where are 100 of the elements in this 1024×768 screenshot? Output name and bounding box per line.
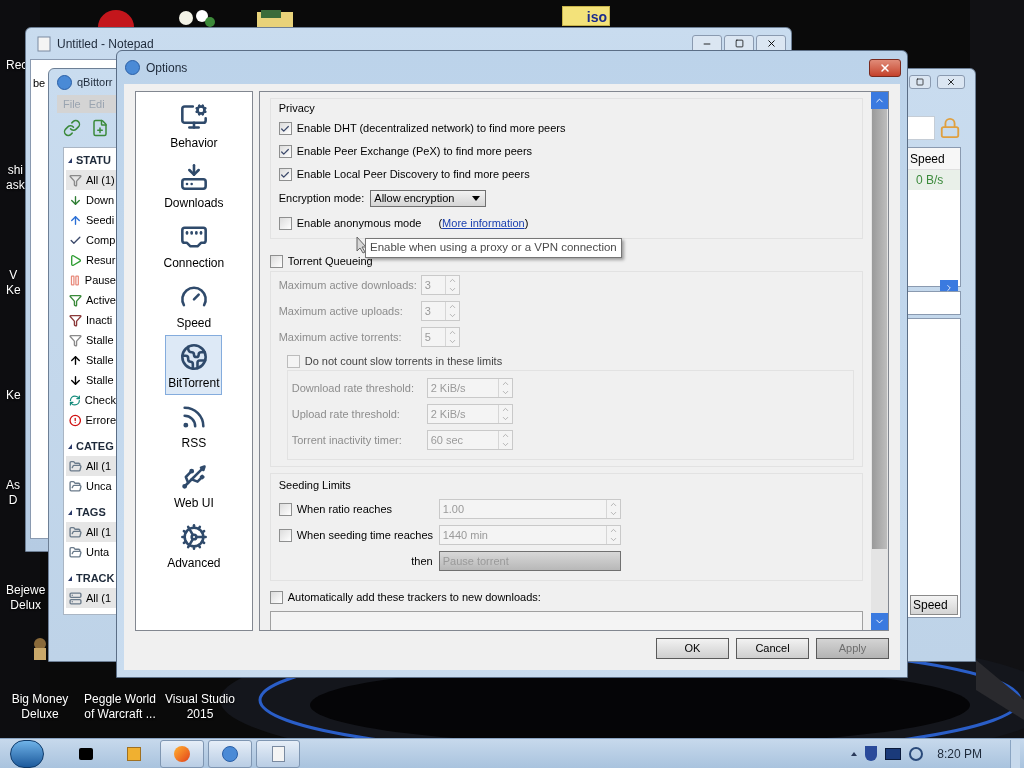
maximize-button[interactable] (909, 75, 931, 89)
desktop-icon-label[interactable]: As D (6, 478, 20, 508)
collapse-icon[interactable] (68, 443, 72, 449)
checkbox[interactable] (286, 354, 300, 368)
checkbox-label[interactable]: When seeding time reaches (296, 526, 434, 544)
spin-down-icon[interactable] (608, 535, 618, 544)
checkbox[interactable] (269, 254, 283, 268)
checkbox[interactable] (278, 502, 292, 516)
desktop-icon-label[interactable]: Bejewe Delux (6, 583, 46, 613)
link-icon[interactable] (63, 119, 81, 137)
spin-down-icon[interactable] (500, 414, 510, 423)
close-button[interactable] (869, 58, 901, 77)
filter-item[interactable]: Unta (66, 542, 116, 562)
spin-up-icon[interactable] (500, 405, 510, 414)
show-hidden-icons-icon[interactable] (851, 751, 858, 756)
page-item[interactable]: Connection (165, 215, 223, 275)
spin-down-icon[interactable] (500, 388, 510, 397)
encryption-dropdown[interactable]: Allow encryption (370, 190, 487, 207)
desktop-icon-label[interactable]: shi ask (6, 163, 25, 193)
page-item[interactable]: Advanced (165, 515, 223, 575)
filter-item[interactable]: Errore (66, 410, 116, 430)
page-item[interactable]: Speed (165, 275, 223, 335)
filter-item[interactable]: All (1) (66, 170, 116, 190)
filter-item[interactable]: Down (66, 190, 116, 210)
filter-item[interactable]: Unca (66, 476, 116, 496)
collapse-icon[interactable] (68, 509, 72, 515)
file-icon[interactable]: iso (562, 6, 610, 26)
checkbox[interactable] (269, 590, 283, 604)
spin-up-icon[interactable] (447, 276, 457, 285)
filter-item[interactable]: Pause (66, 270, 116, 290)
desktop-icon-label[interactable]: Visual Studio 2015 (165, 692, 235, 722)
filter-item[interactable]: All (1 (66, 588, 116, 608)
clock[interactable]: 8:20 PM (937, 744, 982, 763)
close-button[interactable] (937, 75, 965, 89)
filter-item[interactable]: Resur (66, 250, 116, 270)
filter-item[interactable]: Stalle (66, 370, 116, 390)
checkbox-label[interactable]: When ratio reaches (296, 500, 393, 518)
scroll-down-button[interactable] (871, 613, 888, 630)
spin-up-icon[interactable] (447, 328, 457, 337)
filter-item[interactable]: Seedi (66, 210, 116, 230)
filter-item[interactable]: Active (66, 290, 116, 310)
start-button[interactable] (10, 739, 44, 768)
filter-item[interactable]: Check (66, 390, 116, 410)
desktop-icon-label[interactable]: Ke (6, 388, 21, 403)
column-header[interactable]: Speed (908, 148, 960, 170)
spin-down-icon[interactable] (608, 509, 618, 518)
filter-item[interactable]: Stalle (66, 330, 116, 350)
scroll-thumb[interactable] (872, 109, 887, 549)
scrollbar[interactable] (871, 92, 888, 630)
page-item[interactable]: Behavior (165, 95, 223, 155)
spin-up-icon[interactable] (500, 379, 510, 388)
page-item[interactable]: BitTorrent (165, 335, 223, 395)
more-information-link[interactable]: (More information) (438, 215, 529, 232)
filter-item[interactable]: Stalle (66, 350, 116, 370)
monitor-icon[interactable] (885, 747, 902, 760)
dialog-button[interactable]: OK (656, 638, 729, 659)
checkbox[interactable] (278, 217, 292, 230)
checkbox[interactable] (278, 168, 292, 181)
spin-down-icon[interactable] (447, 337, 457, 346)
dialog-button[interactable]: Cancel (736, 638, 809, 659)
checkbox-label[interactable]: Enable DHT (decentralized network) to find more peers (296, 120, 566, 137)
lock-icon[interactable] (939, 117, 961, 139)
spin-up-icon[interactable] (608, 526, 618, 535)
section-header[interactable]: CATEG (76, 437, 114, 455)
desktop-icon-label[interactable]: Peggle World of Warcraft ... (84, 692, 156, 722)
spin-down-icon[interactable] (447, 285, 457, 294)
checkbox-label[interactable]: Enable anonymous mode (296, 215, 422, 232)
filter-item[interactable]: Inacti (66, 310, 116, 330)
filter-item[interactable]: All (1 (66, 456, 116, 476)
collapse-icon[interactable] (68, 575, 72, 581)
filter-item[interactable]: Comp (66, 230, 116, 250)
spin-up-icon[interactable] (500, 431, 510, 440)
section-header[interactable]: TRACK (76, 569, 115, 587)
page-item[interactable]: Web UI (165, 455, 223, 515)
checkbox-label[interactable]: Enable Local Peer Discovery to find more peers (296, 166, 530, 183)
desktop-icon-label[interactable]: Big Money Deluxe (11, 692, 69, 722)
folder-icon[interactable] (255, 10, 295, 27)
spin-down-icon[interactable] (447, 311, 457, 320)
speed-button[interactable]: Speed (910, 595, 958, 615)
network-icon[interactable] (909, 746, 924, 761)
page-item[interactable]: Downloads (165, 155, 223, 215)
page-item[interactable]: RSS (165, 395, 223, 455)
checkbox-label[interactable]: Automatically add these trackers to new downloads: (287, 588, 541, 606)
filter-item[interactable]: All (1 (66, 522, 116, 542)
add-file-icon[interactable] (91, 119, 109, 137)
search-field[interactable] (907, 116, 935, 140)
shield-icon[interactable] (865, 746, 878, 761)
spin-up-icon[interactable] (447, 302, 457, 311)
section-header[interactable]: TAGS (76, 503, 106, 521)
checkbox[interactable] (278, 528, 292, 542)
spin-up-icon[interactable] (608, 500, 618, 509)
scroll-up-button[interactable] (871, 92, 888, 109)
section-header[interactable]: STATU (76, 151, 112, 169)
desktop-icon-label[interactable]: V Ke (6, 268, 21, 298)
checkbox[interactable] (278, 145, 292, 158)
show-desktop-button[interactable] (1010, 739, 1020, 768)
spin-down-icon[interactable] (500, 440, 510, 449)
checkbox[interactable] (278, 122, 292, 135)
checkbox-label[interactable]: Enable Peer Exchange (PeX) to find more peers (296, 143, 533, 160)
checkbox-label[interactable]: Do not count slow torrents in these limits (304, 352, 503, 370)
